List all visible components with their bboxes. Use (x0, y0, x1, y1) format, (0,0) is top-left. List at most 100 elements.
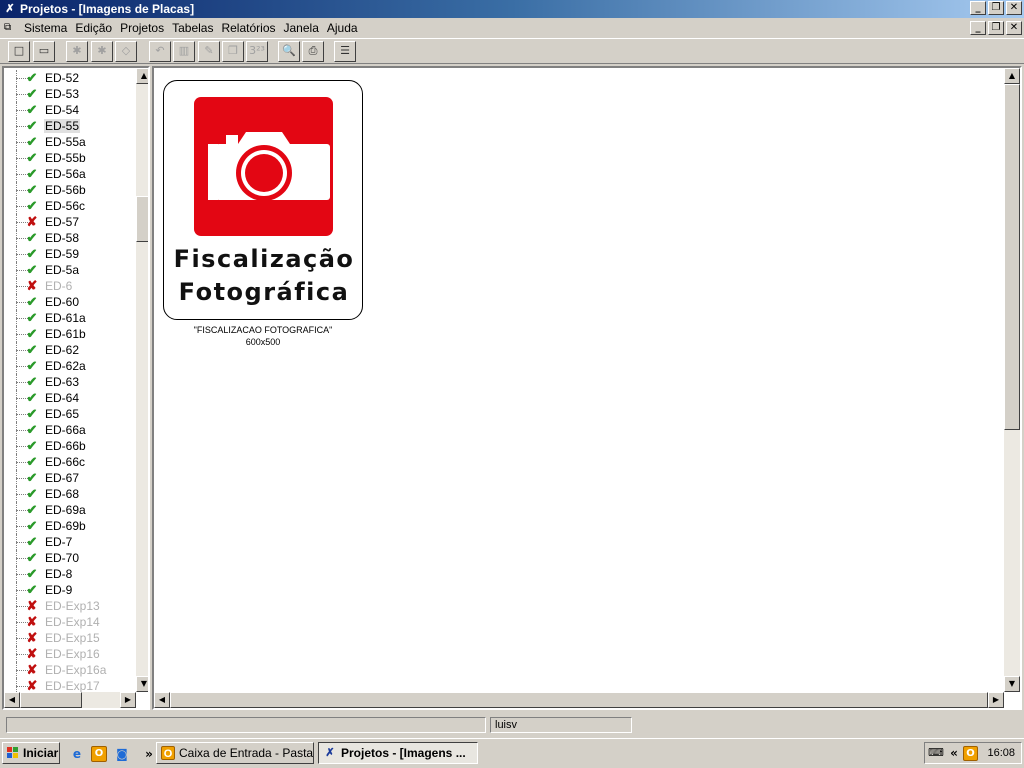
menu-janela[interactable]: Janela (280, 21, 323, 35)
superscript-icon[interactable]: 3²³ (246, 41, 268, 62)
tree-item[interactable]: ✔ ED-55b (4, 150, 136, 166)
copy-icon[interactable]: ❐ (222, 41, 244, 62)
tree-item[interactable]: ✔ ED-63 (4, 374, 136, 390)
tree-item[interactable]: ✔ ED-56c (4, 198, 136, 214)
list-icon[interactable]: ☰ (334, 41, 356, 62)
document-menu-icon[interactable]: ⧉ (4, 22, 16, 34)
scroll-left-icon[interactable]: ◀ (154, 692, 170, 708)
tree-item[interactable]: ✔ ED-55a (4, 134, 136, 150)
child-minimize-button[interactable]: _ (970, 21, 986, 35)
child-restore-button[interactable]: ❐ (988, 21, 1004, 35)
start-button[interactable]: Iniciar (2, 742, 60, 764)
tree-item[interactable]: ✘ ED-Exp16 (4, 646, 136, 662)
tree-item[interactable]: ✔ ED-5a (4, 262, 136, 278)
tree-item[interactable]: ✔ ED-69a (4, 502, 136, 518)
tree-item[interactable]: ✔ ED-59 (4, 246, 136, 262)
menu-sistema[interactable]: Sistema (20, 21, 71, 35)
new-document-icon[interactable]: □ (8, 41, 30, 62)
tree-item[interactable]: ✔ ED-58 (4, 230, 136, 246)
scroll-down-icon[interactable]: ▼ (1004, 676, 1020, 692)
tree-item[interactable]: ✔ ED-66a (4, 422, 136, 438)
tree-collapse-icon[interactable]: ✱ (91, 41, 113, 62)
content-scroll-thumb[interactable] (1004, 84, 1020, 430)
tree-item[interactable]: ✔ ED-68 (4, 486, 136, 502)
tree-item[interactable]: ✔ ED-66c (4, 454, 136, 470)
check-icon: ✔ (26, 294, 38, 309)
tray-chevron[interactable]: « (945, 744, 963, 762)
scroll-right-icon[interactable]: ▶ (988, 692, 1004, 708)
keyboard-icon[interactable]: ⌨ (927, 744, 945, 762)
scroll-right-icon[interactable]: ▶ (120, 692, 136, 708)
tree-item[interactable]: ✔ ED-65 (4, 406, 136, 422)
tree-item[interactable]: ✔ ED-56a (4, 166, 136, 182)
internet-explorer-icon[interactable]: e (68, 745, 86, 763)
edit-icon[interactable]: ✎ (198, 41, 220, 62)
tree-item[interactable]: ✘ ED-Exp14 (4, 614, 136, 630)
tree-item[interactable]: ✘ ED-Exp15 (4, 630, 136, 646)
tree-hscroll-thumb[interactable] (20, 692, 82, 708)
tree-item[interactable]: ✔ ED-9 (4, 582, 136, 598)
tree-item[interactable]: ✘ ED-57 (4, 214, 136, 230)
tree-item[interactable]: ✔ ED-64 (4, 390, 136, 406)
tree-item-label: ED-56b (45, 183, 86, 197)
tree-item[interactable]: ✔ ED-8 (4, 566, 136, 582)
tree-item[interactable]: ✔ ED-69b (4, 518, 136, 534)
tree-item[interactable]: ✘ ED-Exp17 (4, 678, 136, 692)
tree-item[interactable]: ✔ ED-62a (4, 358, 136, 374)
tree-item[interactable]: ✔ ED-61a (4, 310, 136, 326)
menu-edicao[interactable]: Edição (71, 21, 116, 35)
tree-vertical-scrollbar[interactable]: ▲ ▼ (136, 68, 148, 692)
columns-icon[interactable]: ▥ (173, 41, 195, 62)
content-vertical-scrollbar[interactable]: ▲ ▼ (1004, 68, 1020, 692)
tree-item[interactable]: ✔ ED-53 (4, 86, 136, 102)
check-icon: ✔ (26, 534, 38, 549)
menu-ajuda[interactable]: Ajuda (323, 21, 362, 35)
task-projetos[interactable]: ✗ Projetos - [Imagens ... (318, 742, 478, 764)
tree-item[interactable]: ✘ ED-Exp13 (4, 598, 136, 614)
minimize-button[interactable]: _ (970, 1, 986, 15)
diamond-icon[interactable]: ◇ (115, 41, 137, 62)
child-close-button[interactable]: ✕ (1006, 21, 1022, 35)
tree-item-label: ED-69a (45, 503, 86, 517)
scroll-up-icon[interactable]: ▲ (136, 68, 148, 84)
content-horizontal-scrollbar[interactable]: ◀ ▶ (154, 692, 1004, 708)
sign-image[interactable]: Fiscalização Fotográfica (163, 80, 363, 320)
printer-icon[interactable]: ⎙ (302, 41, 324, 62)
tree-scroll-thumb[interactable] (136, 196, 148, 242)
tree-expand-icon[interactable]: ✱ (66, 41, 88, 62)
tree-item[interactable]: ✔ ED-52 (4, 70, 136, 86)
outlook-quicklaunch-icon[interactable]: O (91, 746, 107, 762)
desktop-icon[interactable]: ◙ (113, 745, 131, 763)
task-projetos-label: Projetos - [Imagens ... (341, 746, 466, 760)
open-folder-icon[interactable]: ▭ (33, 41, 55, 62)
tree-item[interactable]: ✔ ED-60 (4, 294, 136, 310)
menu-tabelas[interactable]: Tabelas (168, 21, 217, 35)
tree-item[interactable]: ✔ ED-56b (4, 182, 136, 198)
tree-item[interactable]: ✔ ED-54 (4, 102, 136, 118)
image-preview-panel: Fiscalização Fotográfica "FISCALIZACAO F… (152, 66, 1022, 710)
magnifier-icon[interactable]: 🔍 (278, 41, 300, 62)
tree-item[interactable]: ✘ ED-Exp16a (4, 662, 136, 678)
tree-item[interactable]: ✔ ED-70 (4, 550, 136, 566)
tree-item[interactable]: ✔ ED-66b (4, 438, 136, 454)
tree-horizontal-scrollbar[interactable]: ◀ ▶ (4, 692, 136, 708)
content-hscroll-thumb[interactable] (170, 692, 988, 708)
tree-list: ✔ ED-52 ✔ ED-53 ✔ ED-54 ✔ ED-55 ✔ ED-55a ✔ ED-55b ✔ E… (4, 70, 136, 692)
scroll-left-icon[interactable]: ◀ (4, 692, 20, 708)
tree-item[interactable]: ✔ ED-62 (4, 342, 136, 358)
outlook-tray-icon[interactable]: O (963, 746, 978, 761)
tree-item[interactable]: ✔ ED-7 (4, 534, 136, 550)
menu-relatorios[interactable]: Relatórios (217, 21, 279, 35)
undo-arrow-icon[interactable]: ↶ (149, 41, 171, 62)
tree-item[interactable]: ✔ ED-67 (4, 470, 136, 486)
tree-item[interactable]: ✘ ED-6 (4, 278, 136, 294)
task-outlook[interactable]: O Caixa de Entrada - Pasta... (156, 742, 314, 764)
tree-item[interactable]: ✔ ED-55 (4, 118, 136, 134)
tree-item[interactable]: ✔ ED-61b (4, 326, 136, 342)
scroll-up-icon[interactable]: ▲ (1004, 68, 1020, 84)
menu-projetos[interactable]: Projetos (116, 21, 168, 35)
app-icon[interactable]: ✗ (3, 2, 17, 16)
restore-button[interactable]: ❐ (988, 1, 1004, 15)
scroll-down-icon[interactable]: ▼ (136, 676, 148, 692)
close-button[interactable]: ✕ (1006, 1, 1022, 15)
